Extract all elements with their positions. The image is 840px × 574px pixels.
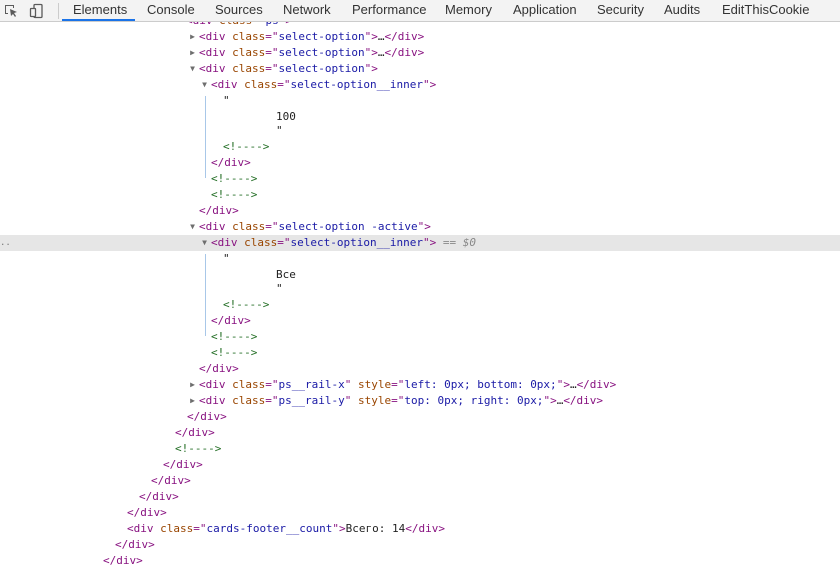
dom-node[interactable]: </div> [0, 313, 840, 329]
device-toolbar-icon[interactable] [28, 2, 46, 20]
tab-console[interactable]: Console [147, 0, 195, 21]
dom-node[interactable]: </div> [0, 361, 840, 377]
dom-node[interactable]: </div> [0, 203, 840, 219]
dom-node-markup: <!----> [211, 188, 258, 201]
dom-node-markup: <!----> [211, 172, 258, 185]
collapse-triangle-icon[interactable]: ▼ [188, 61, 197, 77]
dom-node[interactable]: <!----> [0, 297, 840, 313]
dom-node-markup: " [223, 252, 230, 265]
dom-node[interactable]: </div> [0, 489, 840, 505]
dom-node-markup: <div class="select-option">…</div> [199, 46, 425, 59]
dom-node[interactable]: </div> [0, 155, 840, 171]
dom-node[interactable]: <!----> [0, 329, 840, 345]
dom-node[interactable]: <div class="cards-footer__count">Всего: … [0, 521, 840, 537]
dom-node[interactable]: <!----> [0, 187, 840, 203]
dom-node[interactable]: <!----> [0, 171, 840, 187]
tab-application[interactable]: Application [513, 0, 577, 21]
dom-node[interactable]: ▼ <div class="select-option"> [0, 61, 840, 77]
row-menu-dots-icon[interactable]: .. [0, 235, 11, 251]
dom-node-markup: </div> [115, 538, 155, 551]
dom-node-markup: </div> [103, 554, 143, 567]
dom-node-markup: <div class="ps__rail-y" style="top: 0px;… [199, 394, 604, 407]
dom-node[interactable]: ▶ <div class="select-option">…</div> [0, 45, 840, 61]
collapse-triangle-icon[interactable]: ▼ [200, 77, 209, 93]
dom-node[interactable]: </div> [0, 457, 840, 473]
dom-node-markup: <!----> [223, 298, 270, 311]
collapse-triangle-icon[interactable]: ▼ [188, 219, 197, 235]
dom-node-markup: <div class="select-option__inner"> [211, 78, 437, 91]
dom-node[interactable]: " [0, 123, 840, 139]
toolbar-separator [58, 3, 59, 19]
expand-triangle-icon[interactable]: ▶ [188, 29, 197, 45]
dom-node-markup: <!----> [211, 330, 258, 343]
dom-node[interactable]: <!----> [0, 345, 840, 361]
dom-node-markup: " [276, 282, 283, 295]
dom-node[interactable]: ▼ <div class="select-option__inner"> [0, 77, 840, 93]
dom-node-markup: " [223, 94, 230, 107]
tab-security[interactable]: Security [597, 0, 644, 21]
inspect-element-icon[interactable] [2, 2, 20, 20]
dom-node-markup: </div> [175, 426, 215, 439]
collapse-triangle-icon[interactable]: ▼ [200, 235, 209, 251]
active-tab-indicator [62, 19, 135, 21]
dom-node[interactable]: " [0, 281, 840, 297]
dom-node-markup: <div class="select-option__inner"> == $0 [211, 236, 476, 249]
dom-node-markup: </div> [211, 314, 251, 327]
devtools-toolbar: Elements Console Sources Network Perform… [0, 0, 840, 22]
dom-node[interactable]: </div> [0, 537, 840, 553]
dom-node[interactable]: </div> [0, 425, 840, 441]
dom-node-markup: <!----> [211, 346, 258, 359]
dom-node[interactable]: </div> [0, 505, 840, 521]
dom-node[interactable]: </div> [0, 473, 840, 489]
dom-node[interactable]: " [0, 93, 840, 109]
dom-node-markup: <div class="select-option -active"> [199, 220, 431, 233]
dom-node[interactable]: ▶ <div class="select-option">…</div> [0, 29, 840, 45]
dom-node-markup: <div class="ps__rail-x" style="left: 0px… [199, 378, 617, 391]
dom-node[interactable]: <div class="ps"> [0, 22, 840, 29]
dom-node-markup: </div> [199, 362, 239, 375]
tab-elements[interactable]: Elements [73, 0, 127, 21]
dom-node[interactable]: <!----> [0, 139, 840, 155]
expand-triangle-icon[interactable]: ▶ [188, 45, 197, 61]
dom-node-markup: </div> [187, 410, 227, 423]
tab-editthiscookie[interactable]: EditThisCookie [722, 0, 809, 21]
selected-node-marker: == $0 [436, 236, 476, 249]
tab-performance[interactable]: Performance [352, 0, 426, 21]
dom-node-markup: <!----> [175, 442, 222, 455]
dom-node-markup: </div> [139, 490, 179, 503]
dom-node-markup: <div class="cards-footer__count">Всего: … [127, 522, 445, 535]
tab-network[interactable]: Network [283, 0, 331, 21]
dom-node-markup: <!----> [223, 140, 270, 153]
dom-node-markup: " [276, 124, 283, 137]
dom-node[interactable]: </div> [0, 553, 840, 569]
dom-node[interactable]: ▶ <div class="ps__rail-x" style="left: 0p… [0, 377, 840, 393]
dom-node[interactable]: " [0, 251, 840, 267]
dom-node-markup: </div> [211, 156, 251, 169]
tab-memory[interactable]: Memory [445, 0, 492, 21]
dom-node-markup: </div> [199, 204, 239, 217]
expand-triangle-icon[interactable]: ▶ [188, 377, 197, 393]
tab-sources[interactable]: Sources [215, 0, 263, 21]
dom-node[interactable]: ▶ <div class="ps__rail-y" style="top: 0px… [0, 393, 840, 409]
dom-node-markup: </div> [163, 458, 203, 471]
dom-node[interactable]: <!----> [0, 441, 840, 457]
dom-tree: <div class="ps">▶<div class="select-opti… [0, 22, 840, 574]
dom-node-markup: </div> [151, 474, 191, 487]
expand-triangle-icon[interactable]: ▶ [188, 393, 197, 409]
dom-node[interactable]: ▼ <div class="select-option -active"> [0, 219, 840, 235]
dom-node-markup: <div class="ps"> [186, 22, 292, 29]
dom-node-markup: </div> [127, 506, 167, 519]
dom-node[interactable]: </div> [0, 409, 840, 425]
dom-node-markup: <div class="select-option"> [199, 62, 378, 75]
dom-node-markup: <div class="select-option">…</div> [199, 30, 425, 43]
dom-node-selected[interactable]: .. ▼ <div class="select-option__inner"> ==… [0, 235, 840, 251]
tab-audits[interactable]: Audits [664, 0, 700, 21]
